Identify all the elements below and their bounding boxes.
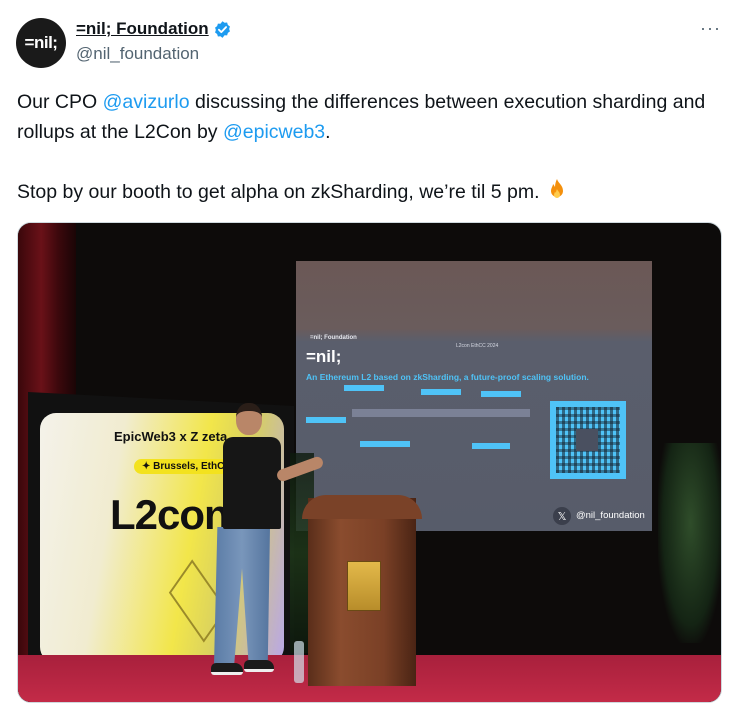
timeline-box xyxy=(360,441,410,447)
timeline-box xyxy=(306,417,346,423)
qr-code xyxy=(550,401,626,479)
slide-org: =nil; Foundation xyxy=(310,335,357,341)
speaker-shirt xyxy=(223,437,281,529)
timeline-box xyxy=(472,443,510,449)
timeline-box xyxy=(421,389,461,395)
author-name[interactable]: =nil; Foundation xyxy=(76,19,209,39)
mention-epicweb3[interactable]: @epicweb3 xyxy=(223,121,325,143)
water-bottle xyxy=(294,641,304,683)
speaker-head xyxy=(236,403,262,435)
projection-screen: =nil; Foundation L2con EthCC 2024 =nil; … xyxy=(296,261,652,531)
banner-brand: EpicWeb3 x Z zeta xyxy=(114,429,228,444)
author-name-row: =nil; Foundation xyxy=(76,19,232,39)
podium-top xyxy=(302,495,422,519)
banner-title: L2con xyxy=(110,491,230,538)
timeline-box xyxy=(481,391,521,397)
podium-plaque xyxy=(347,561,381,611)
slide-handle: @nil_foundation xyxy=(576,510,645,521)
tweet-text: Our CPO @avizurlo discussing the differe… xyxy=(17,87,727,207)
slide-timeline xyxy=(352,409,530,417)
slide-event: L2con EthCC 2024 xyxy=(456,343,499,349)
slide-subtitle: An Ethereum L2 based on zkSharding, a fu… xyxy=(306,372,589,382)
slide-logo: =nil; xyxy=(306,347,342,366)
timeline-box xyxy=(344,385,384,391)
author-handle[interactable]: @nil_foundation xyxy=(76,44,199,64)
avatar[interactable]: =nil; xyxy=(16,18,66,68)
tweet-photo[interactable]: =nil; Foundation L2con EthCC 2024 =nil; … xyxy=(17,222,722,703)
verified-badge-icon xyxy=(214,20,230,38)
speaker-shoe xyxy=(244,660,274,672)
fire-emoji-icon xyxy=(550,179,563,198)
text: Our CPO xyxy=(17,91,103,113)
plant xyxy=(658,443,721,643)
telegram-icon xyxy=(576,429,598,451)
text: Stop by our booth to get alpha on zkShar… xyxy=(17,181,545,203)
more-options-icon[interactable]: ··· xyxy=(700,18,721,39)
speaker-shoe xyxy=(211,663,243,675)
mention-avizurlo[interactable]: @avizurlo xyxy=(103,91,190,113)
text: . xyxy=(325,121,331,143)
x-logo-icon: 𝕏 xyxy=(553,507,571,525)
